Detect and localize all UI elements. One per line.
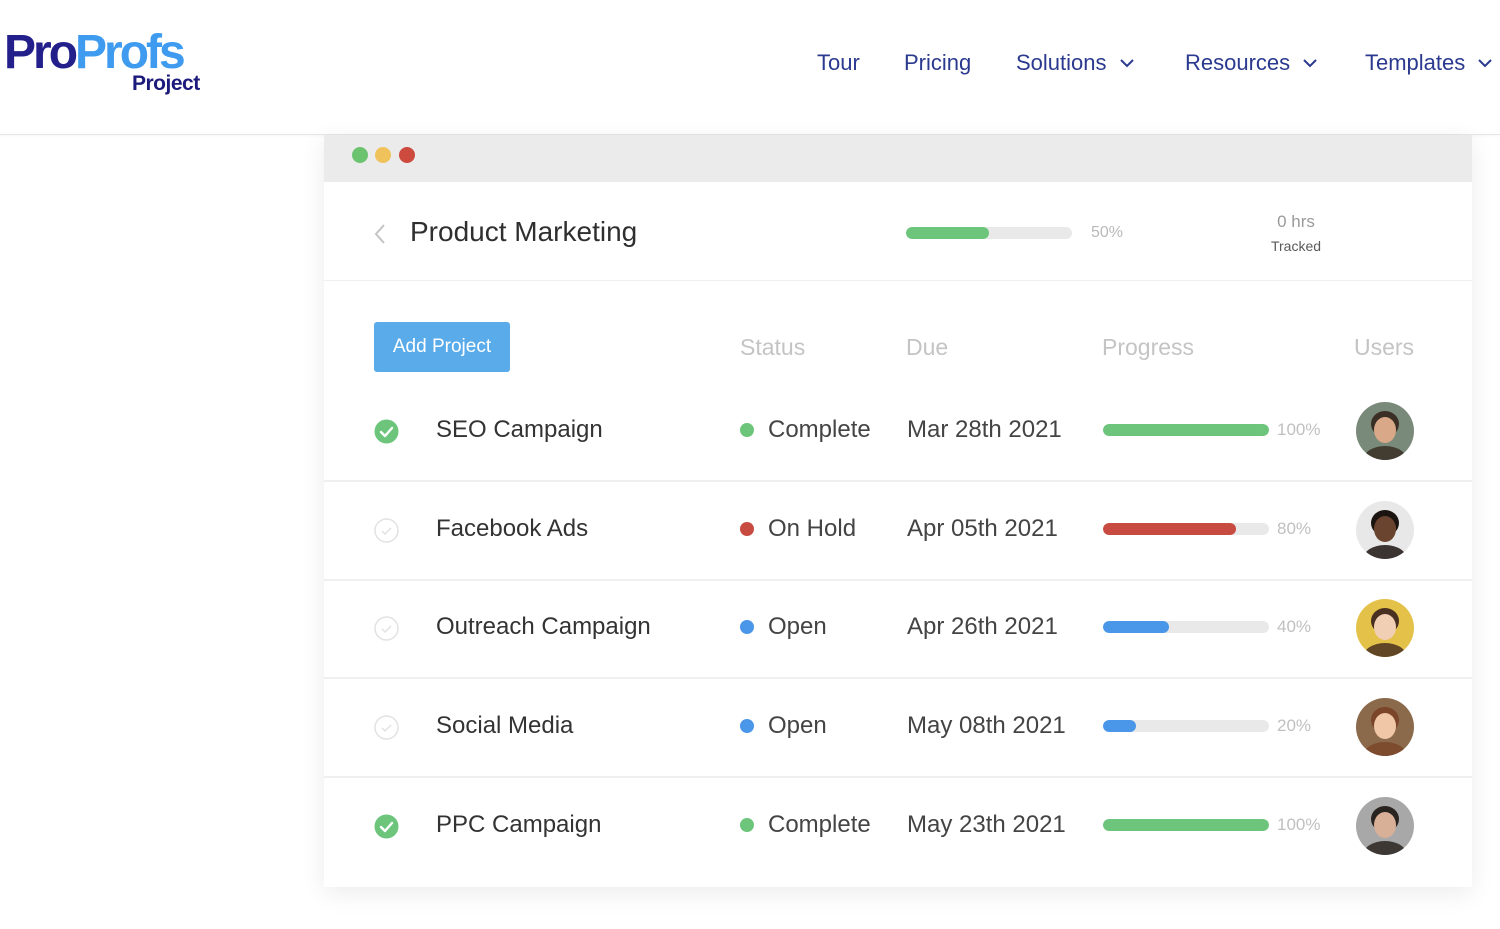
user-avatar[interactable] xyxy=(1356,402,1414,460)
column-header-status: Status xyxy=(740,334,806,360)
task-progress-fill xyxy=(1103,720,1137,732)
status-badge: Open xyxy=(740,613,827,641)
due-date: May 08th 2021 xyxy=(907,712,1066,739)
woman-yellow-background-avatar xyxy=(1356,599,1414,657)
status-label: Open xyxy=(768,712,827,739)
due-date: Apr 26th 2021 xyxy=(907,613,1058,640)
status-dot xyxy=(740,522,754,536)
woman-with-glasses-avatar xyxy=(1356,501,1414,559)
task-progress-bar xyxy=(1103,523,1269,535)
task-name[interactable]: SEO Campaign xyxy=(436,416,603,444)
hours-value: 0 hrs xyxy=(1277,212,1315,231)
task-name[interactable]: PPC Campaign xyxy=(436,811,601,839)
task-row[interactable]: Social Media Open May 08th 2021 20% xyxy=(324,678,1472,778)
window-dot-red xyxy=(399,147,415,163)
status-dot xyxy=(740,818,754,832)
column-header-due: Due xyxy=(906,334,949,360)
chevron-down-icon xyxy=(1119,59,1134,68)
task-progress-fill xyxy=(1103,819,1269,831)
nav-label: Resources xyxy=(1185,50,1291,75)
status-label: Complete xyxy=(768,416,871,443)
task-progress-fill xyxy=(1103,424,1269,436)
status-dot xyxy=(740,719,754,733)
due-date: Mar 28th 2021 xyxy=(907,416,1062,443)
status-badge: Complete xyxy=(740,416,871,444)
status-badge: Open xyxy=(740,712,827,740)
nav-label: Solutions xyxy=(1016,50,1107,75)
app-window: Product Marketing 50% 0 hrs Tracked Add … xyxy=(324,135,1472,887)
check-circle-outline-icon[interactable] xyxy=(374,518,399,543)
chevron-down-icon xyxy=(1303,59,1317,68)
task-row[interactable]: Outreach Campaign Open Apr 26th 2021 40% xyxy=(324,579,1472,679)
task-progress-fill xyxy=(1103,523,1236,535)
nav-tour[interactable]: Tour xyxy=(817,50,860,76)
task-progress-bar xyxy=(1103,621,1269,633)
hours-label: Tracked xyxy=(1270,238,1322,254)
nav-label: Templates xyxy=(1365,50,1466,75)
due-date: Apr 05th 2021 xyxy=(907,515,1058,542)
status-badge: Complete xyxy=(740,811,871,839)
window-dot-green xyxy=(352,147,368,163)
nav-pricing[interactable]: Pricing xyxy=(904,50,971,76)
task-name[interactable]: Facebook Ads xyxy=(436,515,588,543)
task-name[interactable]: Social Media xyxy=(436,712,573,740)
task-progress-fill xyxy=(1103,621,1170,633)
task-progress-bar xyxy=(1103,720,1269,732)
status-label: Complete xyxy=(768,811,871,838)
project-progress-fill xyxy=(906,227,989,239)
due-date: May 23th 2021 xyxy=(907,811,1066,838)
user-avatar[interactable] xyxy=(1356,501,1414,559)
task-row[interactable]: SEO Campaign Complete Mar 28th 2021 100% xyxy=(324,382,1472,482)
chevron-left-icon[interactable] xyxy=(372,222,388,246)
project-progress-label: 50% xyxy=(1091,224,1124,241)
status-label: On Hold xyxy=(768,515,857,542)
nav-templates[interactable]: Templates xyxy=(1365,50,1493,76)
task-progress-bar xyxy=(1103,424,1269,436)
add-project-button[interactable]: Add Project xyxy=(374,322,510,372)
window-dot-yellow xyxy=(375,147,391,163)
task-progress-label: 100% xyxy=(1277,815,1321,834)
chevron-down-icon xyxy=(1478,59,1492,68)
task-progress-label: 40% xyxy=(1277,617,1312,636)
task-progress-label: 100% xyxy=(1277,420,1321,439)
task-progress-bar xyxy=(1103,819,1269,831)
task-name[interactable]: Outreach Campaign xyxy=(436,613,651,641)
window-titlebar xyxy=(324,135,1472,182)
column-header-users: Users xyxy=(1354,334,1415,360)
status-label: Open xyxy=(768,613,827,640)
woman-curly-hair-avatar xyxy=(1356,698,1414,756)
task-row[interactable]: Facebook Ads On Hold Apr 05th 2021 80% xyxy=(324,481,1472,581)
check-circle-outline-icon[interactable] xyxy=(374,616,399,641)
user-avatar[interactable] xyxy=(1356,698,1414,756)
site-header: ProProfs Project Tour Pricing Solutions … xyxy=(0,0,1500,135)
man-with-glasses-avatar xyxy=(1356,797,1414,855)
status-dot xyxy=(740,423,754,437)
check-circle-filled-icon[interactable] xyxy=(374,419,399,444)
task-progress-label: 20% xyxy=(1277,716,1312,735)
project-progress-bar xyxy=(906,227,1072,239)
status-dot xyxy=(740,620,754,634)
nav-label: Pricing xyxy=(904,50,972,75)
logo-subtitle: Project xyxy=(132,72,200,95)
man-with-beard-avatar xyxy=(1356,402,1414,460)
user-avatar[interactable] xyxy=(1356,797,1414,855)
project-header: Product Marketing 50% 0 hrs Tracked xyxy=(324,182,1472,281)
task-row[interactable]: PPC Campaign Complete May 23th 2021 100% xyxy=(324,777,1472,875)
status-badge: On Hold xyxy=(740,515,856,543)
check-circle-filled-icon[interactable] xyxy=(374,814,399,839)
nav-resources[interactable]: Resources xyxy=(1185,50,1318,76)
user-avatar[interactable] xyxy=(1356,599,1414,657)
check-circle-outline-icon[interactable] xyxy=(374,715,399,740)
nav-solutions[interactable]: Solutions xyxy=(1016,50,1135,76)
proprofs-logo[interactable]: ProProfs Project xyxy=(4,26,204,98)
nav-label: Tour xyxy=(817,50,860,75)
column-header-progress: Progress xyxy=(1102,334,1195,360)
task-progress-label: 80% xyxy=(1277,519,1312,538)
project-title: Product Marketing xyxy=(410,216,638,247)
